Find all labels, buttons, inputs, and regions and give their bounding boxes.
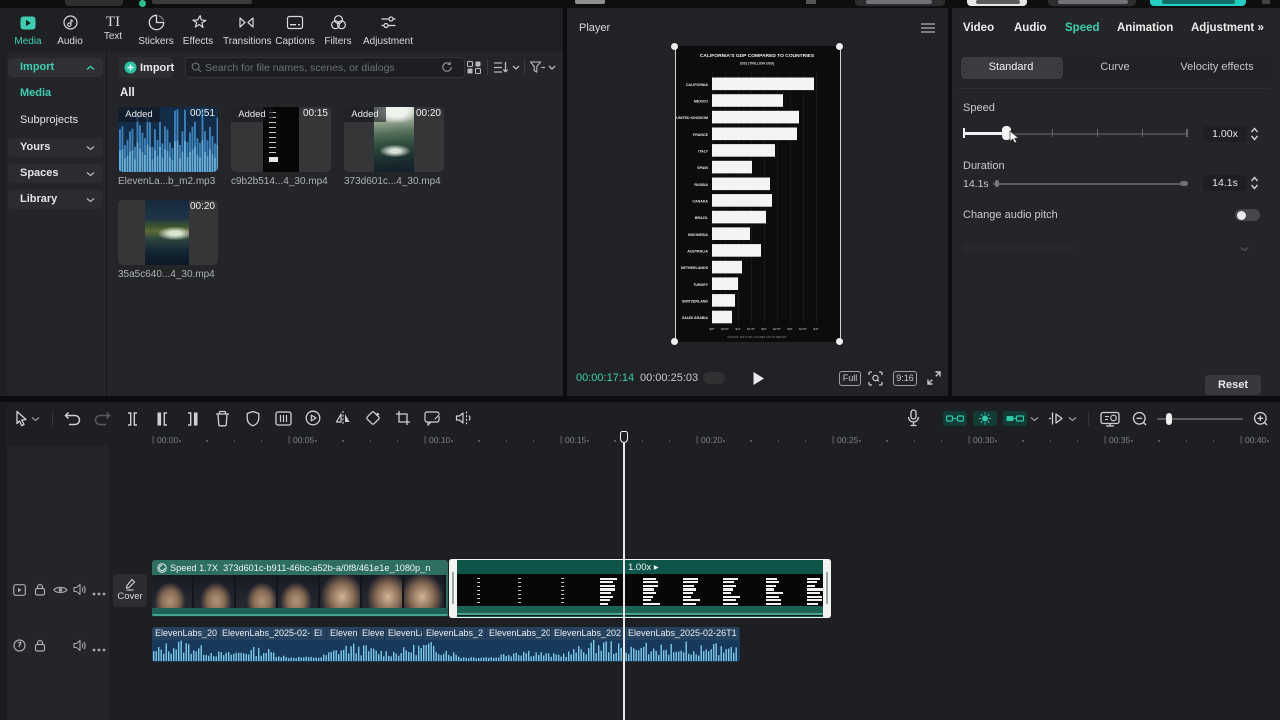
svg-text:2023 (TRILLION USD): 2023 (TRILLION USD) bbox=[740, 62, 774, 66]
svg-text:SAUDI ARABIA: SAUDI ARABIA bbox=[682, 316, 708, 320]
svg-text:$2.5T: $2.5T bbox=[773, 327, 781, 331]
svg-text:NETHERLANDS: NETHERLANDS bbox=[681, 266, 709, 270]
svg-text:$3T: $3T bbox=[787, 327, 792, 331]
svg-text:CALIFORNIA: CALIFORNIA bbox=[686, 83, 709, 87]
svg-text:$0.5T: $0.5T bbox=[721, 327, 729, 331]
svg-text:SOURCE: IMF TOTAL FIGURES GDCV: SOURCE: IMF TOTAL FIGURES GDCVS REPORT bbox=[727, 335, 787, 339]
svg-text:AUSTRALIA: AUSTRALIA bbox=[687, 250, 708, 254]
svg-text:CANADA: CANADA bbox=[692, 200, 708, 204]
svg-text:RUSSIA: RUSSIA bbox=[694, 183, 708, 187]
svg-text:$1.5T: $1.5T bbox=[747, 327, 755, 331]
svg-text:ITALY: ITALY bbox=[698, 150, 708, 154]
svg-text:FRANCE: FRANCE bbox=[693, 133, 709, 137]
svg-text:$3.5T: $3.5T bbox=[799, 327, 807, 331]
svg-text:BRAZIL: BRAZIL bbox=[695, 216, 709, 220]
svg-text:$0T: $0T bbox=[709, 327, 714, 331]
svg-text:$4T: $4T bbox=[813, 327, 818, 331]
svg-text:CALIFORNIA'S GDP COMPARED TO C: CALIFORNIA'S GDP COMPARED TO COUNTRIES bbox=[700, 53, 815, 59]
svg-text:SWITZERLAND: SWITZERLAND bbox=[682, 300, 709, 304]
svg-text:INDONESIA: INDONESIA bbox=[688, 233, 708, 237]
svg-text:$2T: $2T bbox=[761, 327, 766, 331]
svg-text:UNITED KINGDOM: UNITED KINGDOM bbox=[676, 116, 708, 120]
svg-text:MEXICO: MEXICO bbox=[694, 100, 708, 104]
svg-text:SPAIN: SPAIN bbox=[697, 166, 708, 170]
svg-text:$1T: $1T bbox=[735, 327, 740, 331]
svg-text:TURKEY: TURKEY bbox=[693, 283, 708, 287]
